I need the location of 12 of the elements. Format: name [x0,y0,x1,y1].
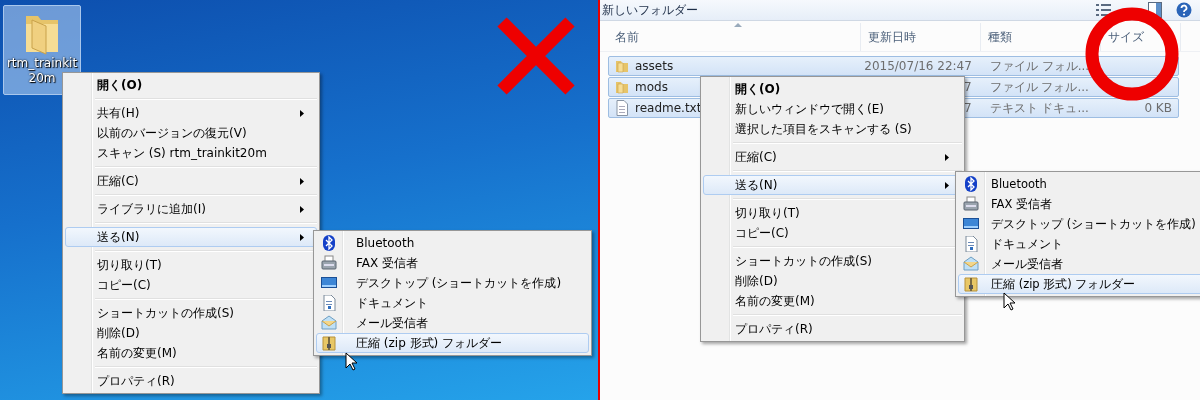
modified-date: 2015/07/16 22:47 [864,59,972,73]
file-name: readme.txt [635,101,702,115]
icon-label: rtm_trainkit20m [5,56,79,86]
file-size: 0 KB [1144,101,1172,115]
file-type: ファイル フォル... [989,78,1089,96]
file-name: assets [635,59,674,73]
file-type: ファイル フォル... [989,57,1090,75]
folder-title: 新しいフォルダー [602,1,698,19]
file-name: mods [635,80,668,94]
modified-date: 7 [964,80,972,94]
modified-date: 7 [964,101,972,115]
file-type: テキスト ドキュ... [989,99,1089,117]
